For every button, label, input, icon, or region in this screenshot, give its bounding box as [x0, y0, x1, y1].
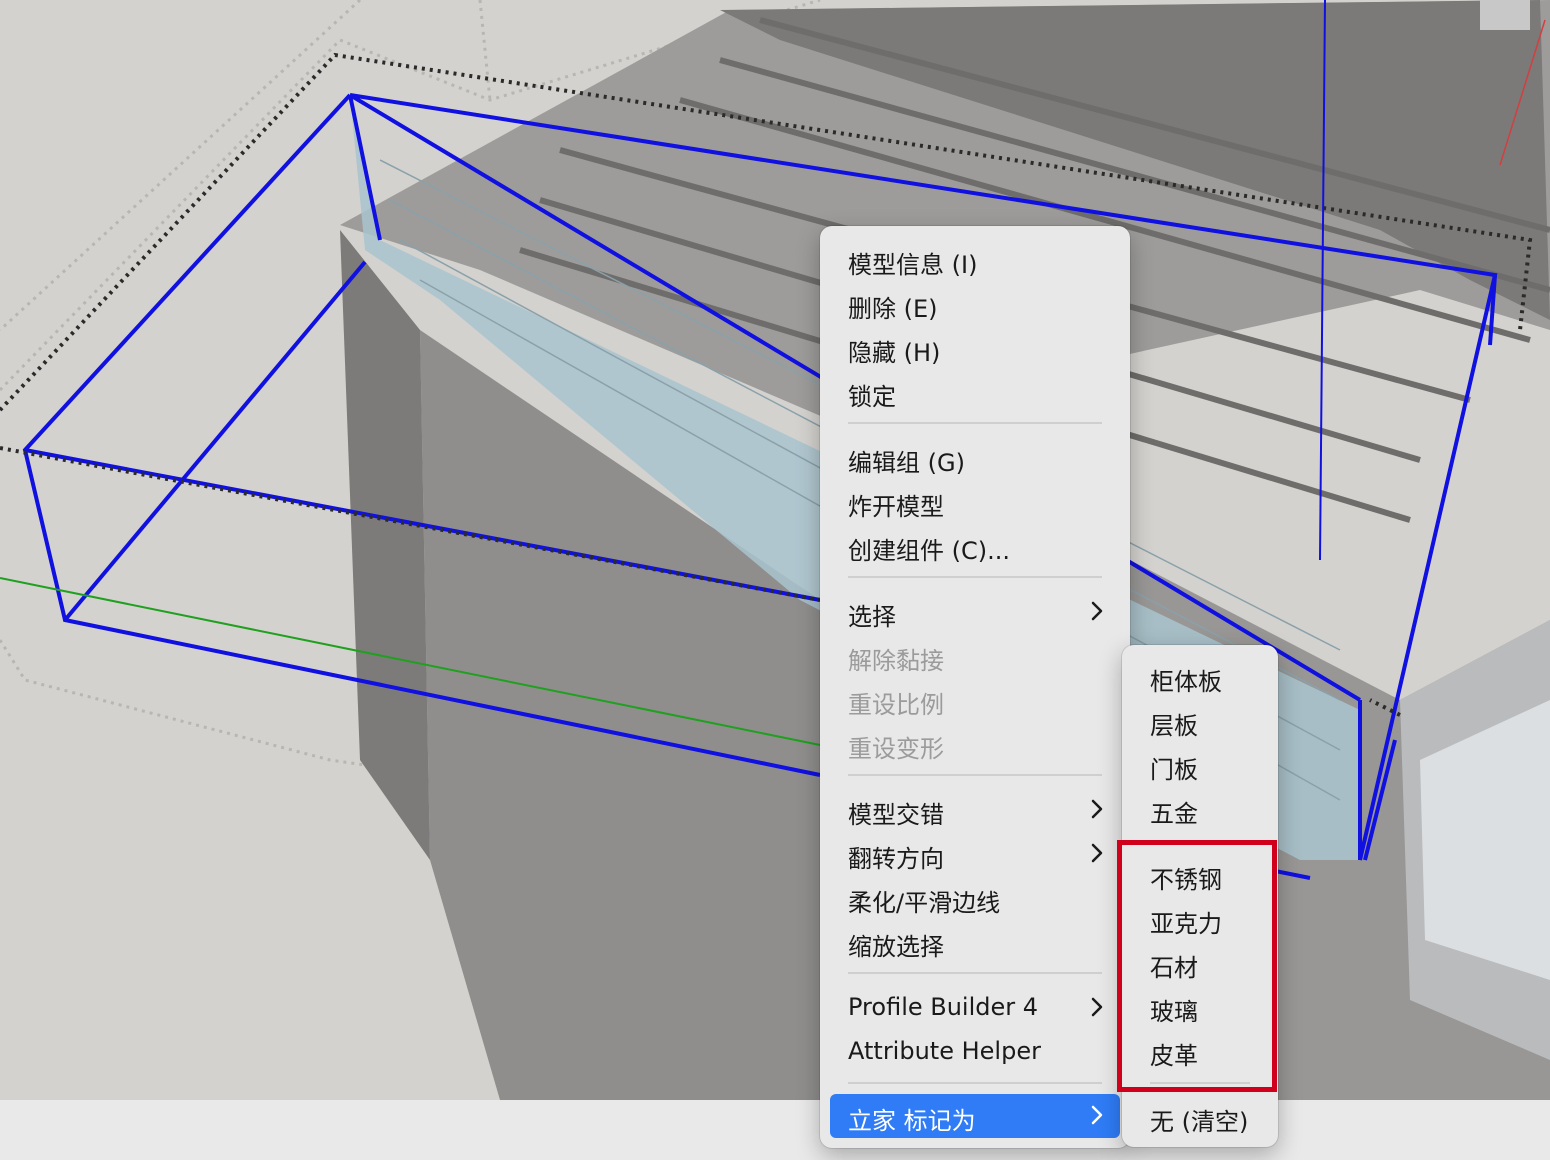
menu-item-intersect[interactable]: 模型交错 — [830, 788, 1120, 832]
menu-item-label: 重设比例 — [848, 691, 944, 719]
menu-item-label: 柜体板 — [1150, 668, 1222, 696]
menu-item-delete[interactable]: 删除 (E) — [830, 282, 1120, 326]
chevron-right-icon — [1091, 1105, 1103, 1125]
menu-item-label: 层板 — [1150, 712, 1198, 740]
menu-item-label: 重设变形 — [848, 735, 944, 763]
menu-item-reset-scale: 重设比例 — [830, 678, 1120, 722]
submenu-item-none-clear[interactable]: 无 (清空) — [1132, 1095, 1268, 1139]
menu-item-label: Profile Builder 4 — [848, 993, 1039, 1021]
menu-item-label: 隐藏 (H) — [848, 339, 941, 367]
context-menu: 模型信息 (I) 删除 (E) 隐藏 (H) 锁定 编辑组 (G) 炸开模型 创… — [820, 226, 1130, 1148]
menu-item-label: 炸开模型 — [848, 493, 944, 521]
chevron-right-icon — [1091, 799, 1103, 819]
menu-item-unglue: 解除黏接 — [830, 634, 1120, 678]
menu-item-reset-skew: 重设变形 — [830, 722, 1120, 766]
submenu-item-cabinet-board[interactable]: 柜体板 — [1132, 655, 1268, 699]
menu-separator — [848, 576, 1102, 578]
menu-item-select[interactable]: 选择 — [830, 590, 1120, 634]
menu-item-label: 缩放选择 — [848, 933, 944, 961]
status-bar — [0, 1100, 1550, 1160]
menu-separator — [848, 1082, 1102, 1084]
menu-item-edit-group[interactable]: 编辑组 (G) — [830, 436, 1120, 480]
menu-item-label: Attribute Helper — [848, 1037, 1041, 1065]
menu-item-soften-edges[interactable]: 柔化/平滑边线 — [830, 876, 1120, 920]
menu-item-lock[interactable]: 锁定 — [830, 370, 1120, 414]
menu-item-lijia-tag-as[interactable]: 立家 标记为 — [830, 1094, 1120, 1138]
menu-item-label: 删除 (E) — [848, 295, 938, 323]
menu-item-explode[interactable]: 炸开模型 — [830, 480, 1120, 524]
menu-item-label: 立家 标记为 — [848, 1107, 976, 1135]
menu-item-label: 选择 — [848, 603, 896, 631]
chevron-right-icon — [1091, 997, 1103, 1017]
menu-separator — [848, 972, 1102, 974]
menu-item-label: 柔化/平滑边线 — [848, 889, 1001, 917]
submenu-item-hardware[interactable]: 五金 — [1132, 787, 1268, 831]
submenu-item-shelf[interactable]: 层板 — [1132, 699, 1268, 743]
menu-item-label: 解除黏接 — [848, 647, 944, 675]
menu-item-make-component[interactable]: 创建组件 (C)... — [830, 524, 1120, 568]
menu-item-label: 创建组件 (C)... — [848, 537, 1010, 565]
menu-separator — [848, 422, 1102, 424]
menu-item-label: 锁定 — [848, 383, 896, 411]
annotation-highlight-box — [1117, 840, 1277, 1092]
submenu-item-door-panel[interactable]: 门板 — [1132, 743, 1268, 787]
menu-item-label: 模型信息 (I) — [848, 251, 978, 279]
menu-item-zoom-selection[interactable]: 缩放选择 — [830, 920, 1120, 964]
menu-item-flip[interactable]: 翻转方向 — [830, 832, 1120, 876]
model-viewport[interactable] — [0, 0, 1550, 1100]
menu-item-hide[interactable]: 隐藏 (H) — [830, 326, 1120, 370]
menu-item-label: 五金 — [1150, 800, 1198, 828]
menu-item-model-info[interactable]: 模型信息 (I) — [830, 238, 1120, 282]
menu-item-label: 模型交错 — [848, 801, 944, 829]
menu-item-label: 门板 — [1150, 756, 1198, 784]
chevron-right-icon — [1091, 601, 1103, 621]
menu-item-label: 翻转方向 — [848, 845, 944, 873]
menu-item-label: 无 (清空) — [1150, 1108, 1249, 1136]
menu-item-label: 编辑组 (G) — [848, 449, 965, 477]
chevron-right-icon — [1091, 843, 1103, 863]
menu-item-attribute-helper[interactable]: Attribute Helper — [830, 1030, 1120, 1074]
menu-item-profile-builder[interactable]: Profile Builder 4 — [830, 986, 1120, 1030]
menu-separator — [848, 774, 1102, 776]
